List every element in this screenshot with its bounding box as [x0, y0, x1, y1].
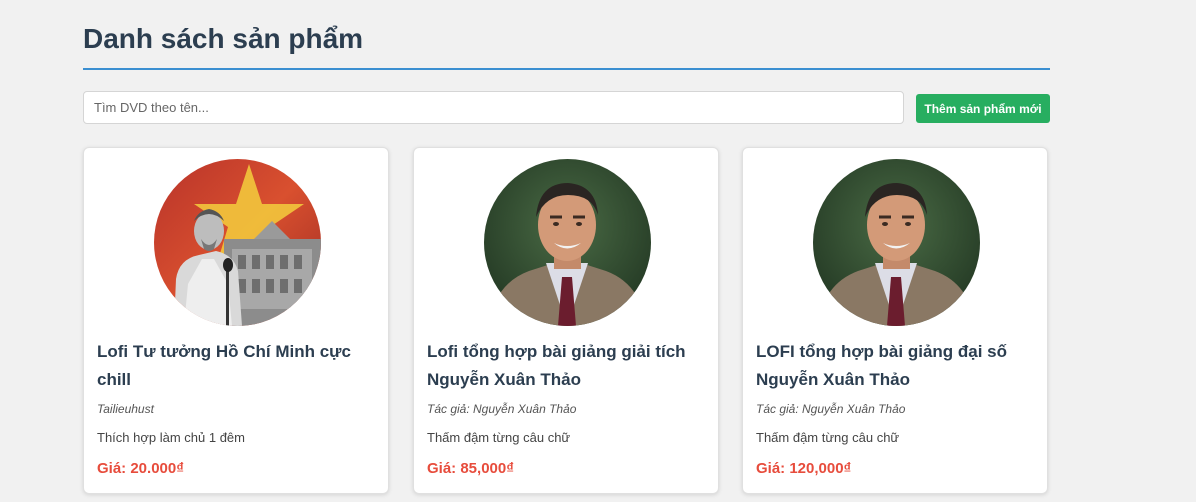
product-title[interactable]: Lofi tổng hợp bài giảng giải tích Nguyễn… — [427, 338, 707, 394]
product-author: Tailieuhust — [97, 402, 154, 416]
lecturer-portrait-image — [813, 159, 980, 326]
historical-portrait-flag-image — [154, 159, 321, 326]
add-product-button[interactable]: Thêm sản phẩm mới — [916, 94, 1050, 123]
product-card[interactable]: Lofi tổng hợp bài giảng giải tích Nguyễn… — [413, 147, 719, 494]
product-price: Giá: 85,000₫ — [427, 460, 514, 477]
product-title[interactable]: Lofi Tư tưởng Hồ Chí Minh cực chill — [97, 338, 377, 394]
product-description: Thấm đậm từng câu chữ — [427, 430, 571, 445]
product-description: Thấm đậm từng câu chữ — [756, 430, 900, 445]
lecturer-portrait-image — [484, 159, 651, 326]
product-card[interactable]: Lofi Tư tưởng Hồ Chí Minh cực chill Tail… — [83, 147, 389, 494]
search-input[interactable] — [83, 91, 904, 124]
product-list-page: Danh sách sản phẩm Thêm sản phẩm mới — [83, 0, 1050, 494]
product-price: Giá: 120,000₫ — [756, 460, 852, 477]
product-description: Thích hợp làm chủ 1 đêm — [97, 430, 245, 445]
product-card[interactable]: LOFI tổng hợp bài giảng đại số Nguyễn Xu… — [742, 147, 1048, 494]
product-author: Tác giả: Nguyễn Xuân Thảo — [427, 402, 577, 416]
product-author: Tác giả: Nguyễn Xuân Thảo — [756, 402, 906, 416]
page-title: Danh sách sản phẩm — [83, 0, 1050, 70]
toolbar: Thêm sản phẩm mới — [83, 90, 1050, 125]
product-price: Giá: 20.000₫ — [97, 460, 184, 477]
product-title[interactable]: LOFI tổng hợp bài giảng đại số Nguyễn Xu… — [756, 338, 1036, 394]
